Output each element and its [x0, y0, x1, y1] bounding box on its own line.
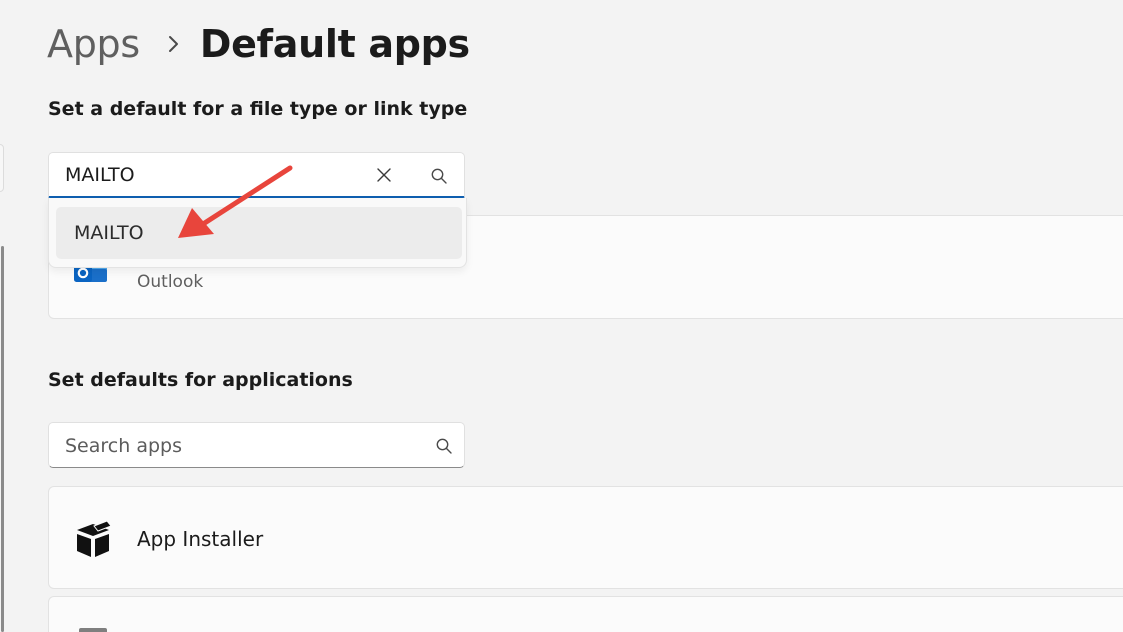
suggestion-label: MAILTO: [74, 222, 144, 244]
package-icon: [73, 520, 113, 560]
app-item-app-installer[interactable]: App Installer: [48, 486, 1123, 589]
app-name-label: App Installer: [137, 527, 264, 551]
default-apps-page: Apps Default apps Set a default for a fi…: [0, 0, 1123, 632]
breadcrumb-apps-link[interactable]: Apps: [47, 22, 140, 66]
breadcrumb: Apps Default apps: [47, 14, 470, 74]
mailto-default-app-name: Outlook: [137, 272, 204, 292]
search-apps-placeholder: Search apps: [65, 435, 182, 457]
app-icon: [79, 628, 107, 632]
page-title: Default apps: [199, 22, 470, 66]
search-icon[interactable]: [430, 167, 448, 185]
apps-section-heading: Set defaults for applications: [48, 369, 353, 391]
file-type-section-heading: Set a default for a file type or link ty…: [48, 98, 468, 120]
chevron-right-icon: [166, 34, 180, 54]
clear-icon[interactable]: [376, 167, 392, 183]
file-type-search-value: MAILTO: [65, 164, 135, 186]
nav-pane-edge: [0, 144, 4, 192]
annotation-arrow: [178, 165, 293, 238]
app-item-next[interactable]: [48, 596, 1123, 632]
search-icon[interactable]: [435, 437, 453, 455]
nav-scrollbar[interactable]: [1, 246, 4, 632]
search-apps-input[interactable]: Search apps: [48, 422, 465, 468]
